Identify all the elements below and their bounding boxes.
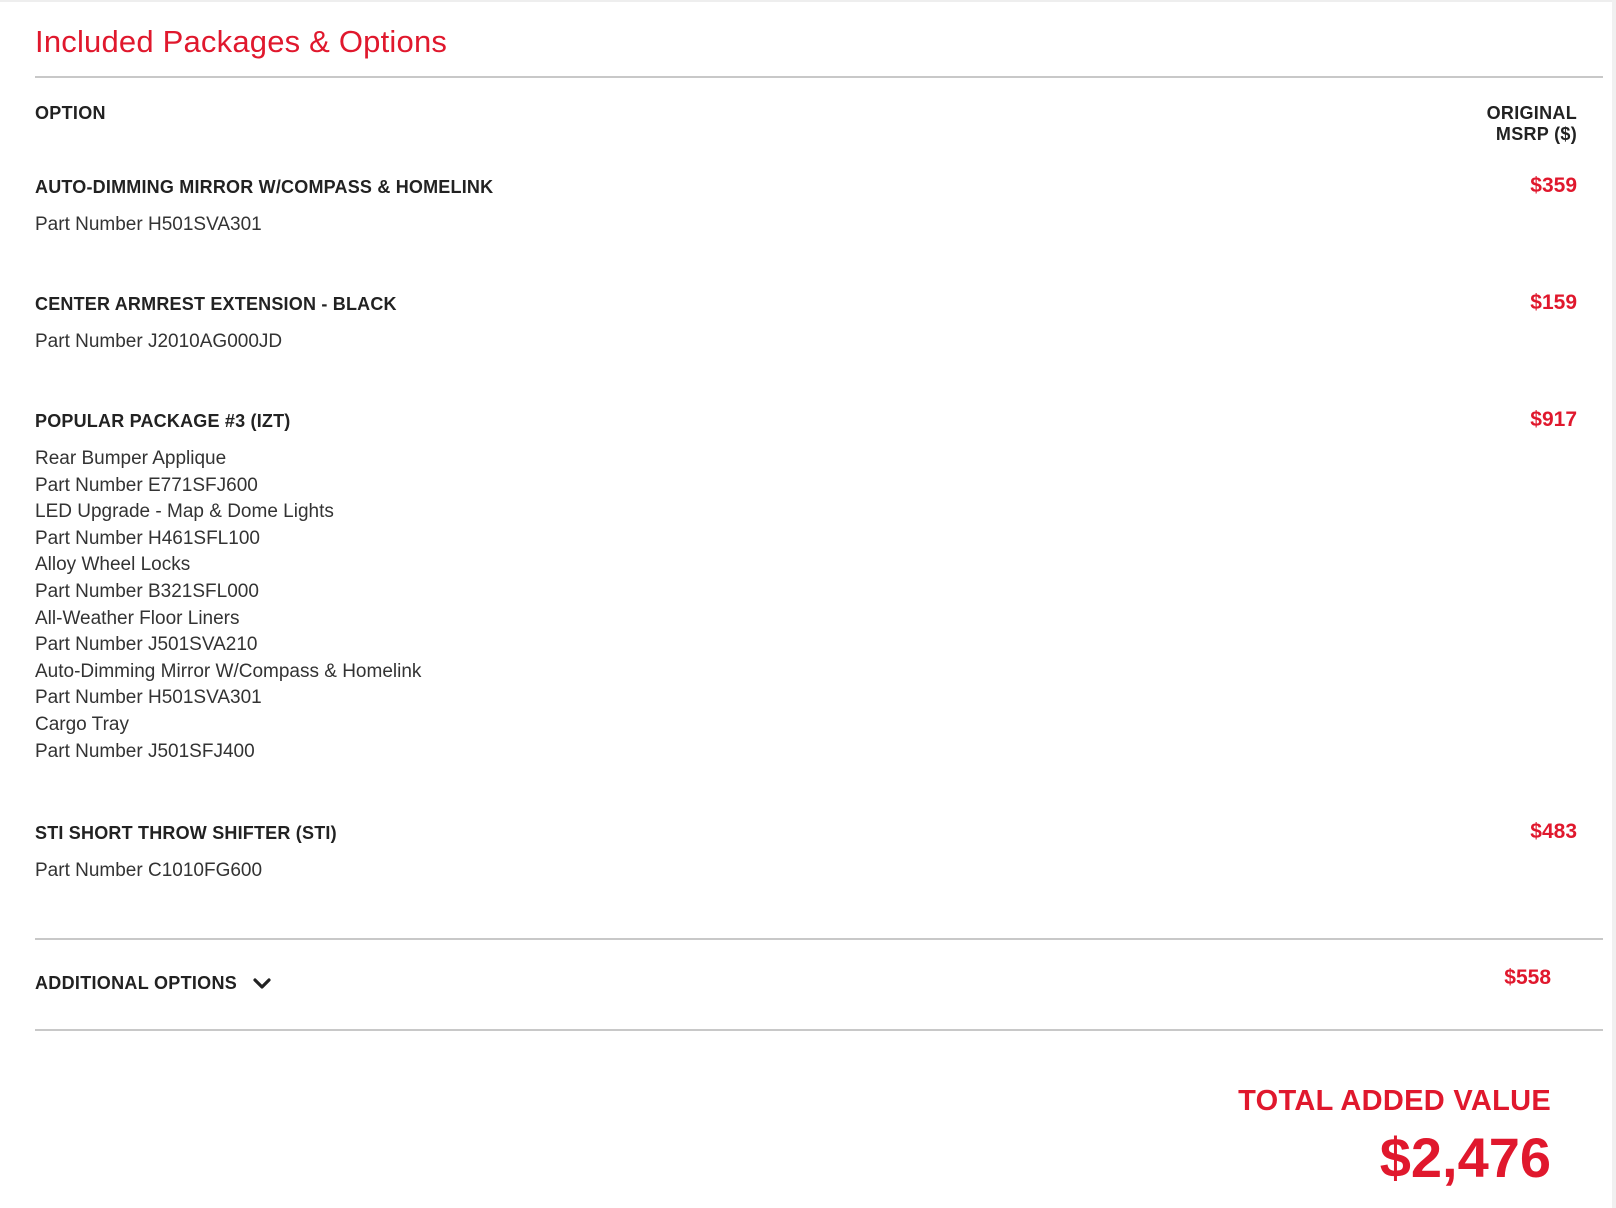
package-item-name: All-Weather Floor Liners xyxy=(35,607,240,629)
part-number: Part Number H461SFL100 xyxy=(35,527,260,549)
option-row: POPULAR PACKAGE #3 (IZT) $917 Rear Bumpe… xyxy=(35,408,1577,765)
package-item-name: Cargo Tray xyxy=(35,713,129,735)
package-item-name: LED Upgrade - Map & Dome Lights xyxy=(35,501,334,523)
package-item-name: Auto-Dimming Mirror W/Compass & Homelink xyxy=(35,660,422,682)
chevron-down-icon xyxy=(251,976,273,992)
scrollbar-track[interactable] xyxy=(1612,0,1616,1208)
column-header-price-line1: ORIGINAL xyxy=(1486,103,1577,123)
option-details: Part Number J2010AG000JD xyxy=(35,329,1577,356)
column-header-original-msrp: ORIGINAL MSRP ($) xyxy=(1377,103,1577,145)
option-row: CENTER ARMREST EXTENSION - BLACK $159 Pa… xyxy=(35,291,1577,356)
part-number: Part Number J2010AG000JD xyxy=(35,331,283,352)
package-item-name: Alloy Wheel Locks xyxy=(35,554,191,576)
option-price: $359 xyxy=(1530,174,1577,197)
part-number: Part Number B321SFL000 xyxy=(35,580,259,602)
additional-options-label: ADDITIONAL OPTIONS xyxy=(35,973,238,993)
package-item-name: Rear Bumper Applique xyxy=(35,448,227,469)
additional-options-price: $558 xyxy=(1504,966,1551,989)
option-name: POPULAR PACKAGE #3 (IZT) xyxy=(35,411,291,431)
section-title: Included Packages & Options xyxy=(35,24,448,59)
page-top-edge xyxy=(0,0,1616,2)
total-added-value: $2,476 xyxy=(1379,1126,1551,1189)
part-number: Part Number J501SFJ400 xyxy=(35,740,255,762)
additional-options-toggle[interactable]: ADDITIONAL OPTIONS xyxy=(35,973,273,994)
option-row: AUTO-DIMMING MIRROR W/COMPASS & HOMELINK… xyxy=(35,174,1577,239)
column-header-price-line2: MSRP ($) xyxy=(1495,124,1577,144)
option-price: $917 xyxy=(1530,408,1577,431)
total-added-value-label: TOTAL ADDED VALUE xyxy=(1238,1085,1551,1117)
part-number: Part Number E771SFJ600 xyxy=(35,474,258,496)
option-details: Part Number H501SVA301 xyxy=(35,212,1577,239)
part-number: Part Number J501SVA210 xyxy=(35,634,258,656)
header-divider xyxy=(35,76,1603,78)
total-divider xyxy=(35,1029,1603,1031)
option-row: STI SHORT THROW SHIFTER (STI) $483 Part … xyxy=(35,820,1577,885)
option-price: $483 xyxy=(1530,820,1577,843)
option-details: Part Number C1010FG600 xyxy=(35,858,1577,885)
option-name: AUTO-DIMMING MIRROR W/COMPASS & HOMELINK xyxy=(35,177,494,197)
package-contents: Rear Bumper Applique Part Number E771SFJ… xyxy=(35,446,1577,765)
option-name: STI SHORT THROW SHIFTER (STI) xyxy=(35,823,337,843)
part-number: Part Number C1010FG600 xyxy=(35,860,263,881)
part-number: Part Number H501SVA301 xyxy=(35,214,262,235)
options-divider xyxy=(35,938,1603,940)
option-name: CENTER ARMREST EXTENSION - BLACK xyxy=(35,294,397,314)
column-header-option: OPTION xyxy=(35,103,106,123)
part-number: Part Number H501SVA301 xyxy=(35,687,262,709)
option-price: $159 xyxy=(1530,291,1577,314)
